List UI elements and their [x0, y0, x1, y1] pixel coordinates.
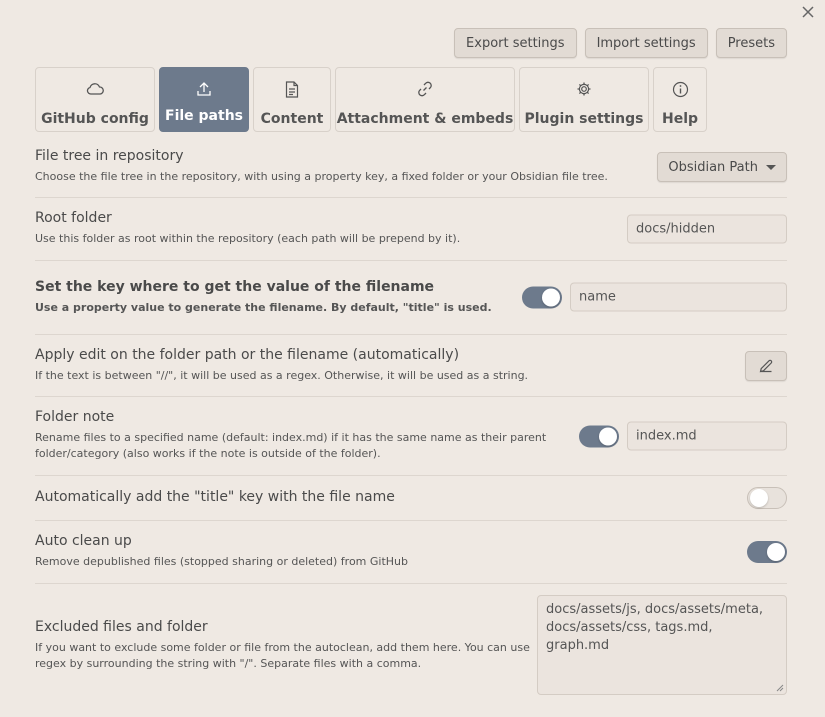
toggle-knob: [767, 543, 785, 561]
setting-root-folder: Root folder Use this folder as root with…: [35, 198, 787, 261]
root-folder-input[interactable]: docs/hidden: [627, 214, 787, 244]
tab-attachment-embeds[interactable]: Attachment & embeds: [335, 67, 515, 132]
import-settings-button[interactable]: Import settings: [584, 28, 708, 58]
file-tree-dropdown[interactable]: Obsidian Path: [657, 152, 787, 182]
setting-name: Apply edit on the folder path or the fil…: [35, 347, 460, 363]
setting-excluded: Excluded files and folder If you want to…: [35, 584, 787, 696]
tab-label: Attachment & embeds: [336, 111, 514, 127]
presets-button[interactable]: Presets: [715, 28, 787, 58]
info-icon: [672, 79, 689, 99]
setting-filename-key: Set the key where to get the value of th…: [35, 261, 787, 335]
upload-icon: [196, 79, 212, 99]
filename-key-toggle[interactable]: [522, 286, 562, 308]
auto-clean-toggle[interactable]: [747, 541, 787, 563]
tab-label: Plugin settings: [524, 111, 644, 127]
chevron-down-icon: [766, 164, 776, 170]
settings-toolbar: Export settings Import settings Presets: [454, 28, 787, 58]
close-button[interactable]: [799, 3, 817, 21]
apply-edit-button[interactable]: [745, 351, 787, 381]
tab-github-config[interactable]: GitHub config: [35, 67, 155, 132]
auto-title-toggle[interactable]: [747, 487, 787, 509]
tab-content[interactable]: Content: [253, 67, 331, 132]
folder-note-input[interactable]: index.md: [627, 421, 787, 451]
resize-grip-icon[interactable]: [776, 684, 784, 692]
setting-name: Automatically add the "title" key with t…: [35, 489, 395, 505]
tab-label: File paths: [165, 108, 243, 124]
textarea-line: docs/assets/js, docs/assets/meta,: [546, 602, 764, 617]
toggle-knob: [750, 489, 768, 507]
excluded-files-textarea[interactable]: docs/assets/js, docs/assets/meta, docs/a…: [537, 595, 787, 695]
tab-plugin-settings[interactable]: Plugin settings: [519, 67, 649, 132]
tab-label: GitHub config: [41, 111, 149, 127]
dropdown-value: Obsidian Path: [668, 159, 758, 175]
setting-folder-note: Folder note Rename files to a specified …: [35, 397, 787, 476]
setting-auto-title: Automatically add the "title" key with t…: [35, 476, 787, 521]
cloud-icon: [86, 79, 104, 99]
setting-apply-edit: Apply edit on the folder path or the fil…: [35, 335, 787, 397]
file-text-icon: [285, 79, 299, 99]
settings-tabs: GitHub config File paths Content Attachm…: [35, 67, 707, 132]
setting-file-tree: File tree in repository Choose the file …: [35, 140, 787, 198]
pencil-icon: [759, 359, 773, 373]
tab-label: Help: [661, 111, 699, 127]
filename-key-input[interactable]: name: [570, 282, 787, 312]
setting-auto-clean: Auto clean up Remove depublished files (…: [35, 521, 787, 584]
folder-note-toggle[interactable]: [579, 425, 619, 447]
link-icon: [417, 79, 433, 99]
close-icon: [802, 6, 814, 18]
settings-list: File tree in repository Choose the file …: [35, 140, 787, 696]
export-settings-button[interactable]: Export settings: [454, 28, 577, 58]
tab-help[interactable]: Help: [653, 67, 707, 132]
gear-icon: [576, 79, 592, 99]
tab-file-paths[interactable]: File paths: [159, 67, 249, 132]
toggle-knob: [599, 427, 617, 445]
setting-description: If the text is between "//", it will be …: [35, 369, 529, 382]
setting-name: Auto clean up: [35, 533, 132, 549]
tab-label: Content: [260, 111, 324, 127]
textarea-line: docs/assets/css, tags.md, graph.md: [546, 620, 713, 653]
setting-description: Remove depublished files (stopped sharin…: [35, 555, 409, 568]
toggle-knob: [542, 288, 560, 306]
